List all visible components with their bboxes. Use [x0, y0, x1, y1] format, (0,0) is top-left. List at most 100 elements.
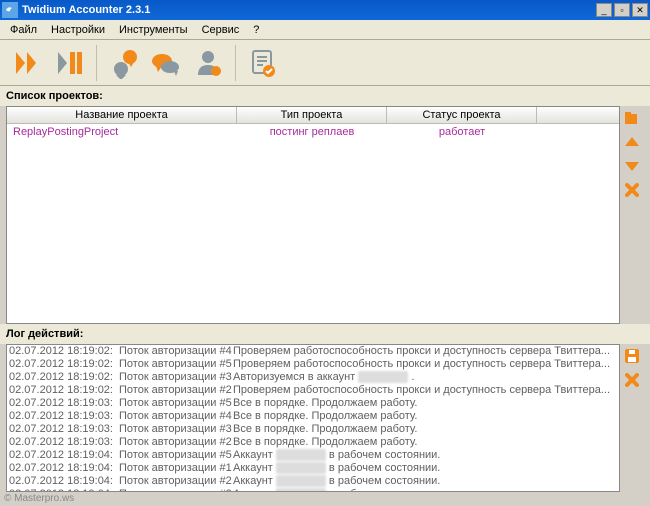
- log-thread: Поток авторизации #3: [119, 488, 233, 492]
- toolbar-separator: [96, 45, 97, 81]
- log-table[interactable]: 02.07.2012 18:19:02:Поток авторизации #4…: [6, 344, 620, 492]
- menu-settings[interactable]: Настройки: [45, 22, 111, 38]
- projects-label: Список проектов:: [0, 86, 650, 106]
- log-ts: 02.07.2012 18:19:04:: [9, 449, 119, 462]
- down-icon: [625, 161, 639, 171]
- log-row: 02.07.2012 18:19:04:Поток авторизации #3…: [7, 488, 619, 492]
- log-row: 02.07.2012 18:19:03:Поток авторизации #2…: [7, 436, 619, 449]
- table-row[interactable]: ReplayPostingProjectпостинг реплаевработ…: [7, 124, 619, 140]
- menu-help[interactable]: ?: [247, 22, 265, 38]
- toolbar: [0, 40, 650, 86]
- menu-tools[interactable]: Инструменты: [113, 22, 194, 38]
- log-ts: 02.07.2012 18:19:02:: [9, 358, 119, 371]
- log-thread: Поток авторизации #5: [119, 449, 233, 462]
- user-button[interactable]: [189, 44, 227, 82]
- up-icon: [625, 137, 639, 147]
- log-thread: Поток авторизации #4: [119, 345, 233, 358]
- save-icon: [624, 348, 640, 364]
- chat-single-button[interactable]: [105, 44, 143, 82]
- report-icon: [247, 47, 279, 79]
- close-button[interactable]: ✕: [632, 3, 648, 17]
- log-msg: Аккаунт xxxx в рабочем состоянии.: [233, 475, 617, 488]
- toolbar-separator: [235, 45, 236, 81]
- projects-table: Название проекта Тип проекта Статус прое…: [6, 106, 620, 324]
- add-icon: [624, 111, 640, 125]
- chat-double-icon: [150, 47, 182, 79]
- log-thread: Поток авторизации #3: [119, 423, 233, 436]
- log-thread: Поток авторизации #2: [119, 384, 233, 397]
- log-label: Лог действий:: [0, 324, 650, 344]
- watermark: © Masterpro.ws: [4, 493, 74, 504]
- log-ts: 02.07.2012 18:19:04:: [9, 462, 119, 475]
- log-ts: 02.07.2012 18:19:03:: [9, 397, 119, 410]
- log-row: 02.07.2012 18:19:03:Поток авторизации #5…: [7, 397, 619, 410]
- pause-button[interactable]: [50, 44, 88, 82]
- chat-double-button[interactable]: [147, 44, 185, 82]
- cell-status: работает: [387, 124, 537, 140]
- log-msg: Проверяем работоспособность прокси и дос…: [233, 358, 617, 371]
- log-thread: Поток авторизации #2: [119, 436, 233, 449]
- log-ts: 02.07.2012 18:19:04:: [9, 475, 119, 488]
- log-row: 02.07.2012 18:19:02:Поток авторизации #5…: [7, 358, 619, 371]
- log-msg: Все в порядке. Продолжаем работу.: [233, 410, 617, 423]
- log-msg: Все в порядке. Продолжаем работу.: [233, 423, 617, 436]
- chat-single-icon: [108, 47, 140, 79]
- log-row: 02.07.2012 18:19:02:Поток авторизации #3…: [7, 371, 619, 384]
- log-msg: Проверяем работоспособность прокси и дос…: [233, 384, 617, 397]
- log-msg: Аккаунт xxxx в рабочем состоянии.: [233, 462, 617, 475]
- maximize-button[interactable]: ▫: [614, 3, 630, 17]
- log-ts: 02.07.2012 18:19:02:: [9, 371, 119, 384]
- cell-type: постинг реплаев: [237, 124, 387, 140]
- log-thread: Поток авторизации #3: [119, 371, 233, 384]
- move-up-button[interactable]: [624, 134, 640, 150]
- clear-icon: [625, 373, 639, 387]
- menubar: Файл Настройки Инструменты Сервис ?: [0, 20, 650, 40]
- log-msg: Все в порядке. Продолжаем работу.: [233, 436, 617, 449]
- log-ts: 02.07.2012 18:19:02:: [9, 384, 119, 397]
- log-thread: Поток авторизации #5: [119, 358, 233, 371]
- add-project-button[interactable]: [624, 110, 640, 126]
- log-ts: 02.07.2012 18:19:02:: [9, 345, 119, 358]
- clear-log-button[interactable]: [624, 372, 640, 388]
- log-thread: Поток авторизации #5: [119, 397, 233, 410]
- log-row: 02.07.2012 18:19:04:Поток авторизации #2…: [7, 475, 619, 488]
- log-row: 02.07.2012 18:19:03:Поток авторизации #3…: [7, 423, 619, 436]
- log-sidebar: [620, 344, 644, 492]
- delete-project-button[interactable]: [624, 182, 640, 198]
- minimize-button[interactable]: _: [596, 3, 612, 17]
- col-type[interactable]: Тип проекта: [237, 107, 387, 123]
- log-msg: Все в порядке. Продолжаем работу.: [233, 397, 617, 410]
- move-down-button[interactable]: [624, 158, 640, 174]
- log-thread: Поток авторизации #4: [119, 410, 233, 423]
- menu-file[interactable]: Файл: [4, 22, 43, 38]
- log-ts: 02.07.2012 18:19:04:: [9, 488, 119, 492]
- log-msg: Аккаунт xxxx в рабочем состоянии.: [233, 488, 617, 492]
- projects-sidebar: [620, 106, 644, 324]
- play-button[interactable]: [8, 44, 46, 82]
- log-thread: Поток авторизации #2: [119, 475, 233, 488]
- pause-icon: [54, 48, 84, 78]
- play-icon: [12, 48, 42, 78]
- log-row: 02.07.2012 18:19:04:Поток авторизации #1…: [7, 462, 619, 475]
- app-icon: [2, 2, 18, 18]
- log-ts: 02.07.2012 18:19:03:: [9, 410, 119, 423]
- log-msg: Проверяем работоспособность прокси и дос…: [233, 345, 617, 358]
- col-name[interactable]: Название проекта: [7, 107, 237, 123]
- save-log-button[interactable]: [624, 348, 640, 364]
- cell-name: ReplayPostingProject: [7, 124, 237, 140]
- log-ts: 02.07.2012 18:19:03:: [9, 436, 119, 449]
- col-status[interactable]: Статус проекта: [387, 107, 537, 123]
- log-thread: Поток авторизации #1: [119, 462, 233, 475]
- titlebar: Twidium Accounter 2.3.1 _ ▫ ✕: [0, 0, 650, 20]
- log-msg: Аккаунт xxxx в рабочем состоянии.: [233, 449, 617, 462]
- report-button[interactable]: [244, 44, 282, 82]
- log-row: 02.07.2012 18:19:04:Поток авторизации #5…: [7, 449, 619, 462]
- menu-service[interactable]: Сервис: [196, 22, 246, 38]
- log-ts: 02.07.2012 18:19:03:: [9, 423, 119, 436]
- log-row: 02.07.2012 18:19:03:Поток авторизации #4…: [7, 410, 619, 423]
- log-row: 02.07.2012 18:19:02:Поток авторизации #2…: [7, 384, 619, 397]
- log-row: 02.07.2012 18:19:02:Поток авторизации #4…: [7, 345, 619, 358]
- user-icon: [192, 47, 224, 79]
- window-title: Twidium Accounter 2.3.1: [22, 4, 596, 16]
- delete-icon: [625, 183, 639, 197]
